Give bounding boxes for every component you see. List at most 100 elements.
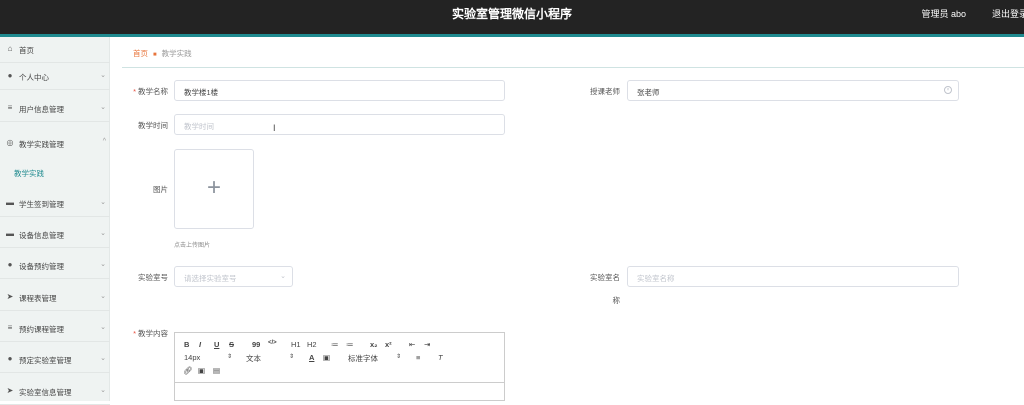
text-style-caret-icon: ⇕	[289, 354, 295, 360]
lab-number-select[interactable]: 请选择实验室号 ⌄	[174, 266, 293, 287]
sidebar-item-teaching[interactable]: ◎ 教学实践管理 ^	[0, 131, 110, 157]
lab-name-label: 实验室名	[590, 273, 620, 282]
code-button[interactable]: </>	[268, 340, 277, 346]
send-icon: ➤	[6, 386, 14, 395]
sidebar-item-label: 用户信息管理	[19, 105, 64, 114]
teaching-time-input[interactable]: 教学时间	[174, 114, 505, 135]
lab-name-input[interactable]: 实验室名称	[627, 266, 959, 287]
app-title: 实验室管理微信小程序	[451, 7, 572, 21]
image-icon[interactable]: ▣	[198, 366, 205, 375]
sidebar-subitem-label: 教学实践	[14, 169, 44, 178]
plus-icon: +	[206, 174, 221, 201]
outdent-button[interactable]: ⇤	[409, 340, 415, 349]
lab-number-placeholder: 请选择实验室号	[184, 274, 237, 283]
ordered-list-button[interactable]: ≔	[331, 340, 339, 349]
header-accent-bar	[0, 34, 1024, 37]
list-icon: ≡	[7, 323, 13, 332]
required-marker: *	[133, 329, 136, 338]
h2-button[interactable]: H2	[307, 340, 317, 349]
sidebar-item-checkin[interactable]: ▬ 学生签到管理 ⌄	[0, 191, 110, 217]
sidebar-item-schedule[interactable]: ➤ 课程表管理 ⌄	[0, 285, 110, 311]
sidebar-item-equipment-booking[interactable]: ● 设备预约管理 ⌄	[0, 253, 110, 279]
teaching-name-value: 教学楼1楼	[184, 88, 219, 97]
subscript-button[interactable]: x₂	[370, 340, 378, 349]
sidebar-item-label: 学生签到管理	[19, 200, 64, 209]
user-icon: ●	[7, 71, 13, 80]
teacher-label: 授课老师	[590, 87, 620, 96]
chevron-down-icon: ⌄	[100, 199, 106, 206]
upload-tip: 点击上传图片	[174, 243, 211, 249]
font-color-icon[interactable]: A	[309, 353, 314, 362]
text-style-select[interactable]: 文本	[246, 353, 261, 364]
bold-button[interactable]: B	[184, 340, 189, 349]
sidebar-item-lab-reservation[interactable]: ● 预定实验室管理 ⌄	[0, 347, 110, 373]
chevron-down-icon: ⌄	[100, 387, 106, 394]
superscript-button[interactable]: x²	[385, 340, 392, 349]
font-family-select[interactable]: 标准字体	[348, 353, 378, 364]
user-icon: ●	[7, 354, 13, 363]
lab-number-label: 实验室号	[138, 273, 168, 282]
sidebar-item-equipment[interactable]: ▬ 设备信息管理 ⌄	[0, 222, 110, 248]
indent-button[interactable]: ⇥	[424, 340, 430, 349]
top-bar: 实验室管理微信小程序 管理员 abo 退出登录	[0, 0, 1024, 34]
required-marker: *	[133, 87, 136, 96]
list-icon: ≡	[7, 103, 13, 112]
sidebar-item-home[interactable]: ⌂ 首页	[0, 37, 110, 63]
strike-button[interactable]: S	[229, 340, 234, 349]
chevron-down-icon: ⌄	[100, 261, 106, 268]
sidebar-item-lab-info[interactable]: ➤ 实验室信息管理 ⌄	[0, 379, 110, 405]
clear-icon[interactable]: ×	[944, 86, 952, 94]
text-cursor-icon: I	[273, 123, 276, 133]
chevron-down-icon: ⌄	[280, 273, 286, 280]
background-color-icon[interactable]: ▣	[323, 353, 330, 362]
user-icon: ●	[7, 260, 13, 269]
quote-button[interactable]: 99	[252, 340, 260, 349]
chevron-down-icon: ⌄	[100, 230, 106, 237]
circle-icon: ◎	[6, 138, 14, 147]
card-icon: ▬	[6, 229, 14, 238]
breadcrumb-home[interactable]: 首页	[133, 49, 148, 58]
content-label: * 教学内容	[133, 329, 168, 338]
sidebar-item-profile[interactable]: ● 个人中心 ⌄	[0, 64, 110, 90]
teaching-time-placeholder: 教学时间	[184, 122, 214, 131]
lab-name-placeholder: 实验室名称	[637, 274, 675, 283]
logout-link[interactable]: 退出登录	[992, 7, 1024, 20]
sidebar-item-users[interactable]: ≡ 用户信息管理 ⌄	[0, 96, 110, 122]
editor-toolbar: B I U S 99 </> H1 H2 ≔ ≔ x₂ x² ⇤ ⇥ 14px …	[175, 333, 504, 383]
breadcrumb-divider	[122, 67, 1024, 68]
rich-text-editor[interactable]: B I U S 99 </> H1 H2 ≔ ≔ x₂ x² ⇤ ⇥ 14px …	[174, 332, 505, 401]
teaching-name-label: * 教学名称	[133, 87, 168, 96]
video-icon[interactable]: ▤	[213, 366, 220, 375]
sidebar-item-label: 教学实践管理	[19, 140, 64, 149]
teacher-input[interactable]: 张老师 ×	[627, 80, 959, 101]
sidebar-item-label: 设备预约管理	[19, 262, 64, 271]
admin-label: 管理员 abo	[921, 9, 966, 19]
lab-name-label-wrap: 称	[612, 296, 621, 305]
teaching-name-input[interactable]: 教学楼1楼	[174, 80, 505, 101]
image-upload[interactable]: +	[174, 149, 254, 229]
sidebar-item-label: 设备信息管理	[19, 231, 64, 240]
breadcrumb-current: 教学实践	[161, 49, 192, 58]
sidebar: ⌂ 首页 ● 个人中心 ⌄ ≡ 用户信息管理 ⌄ ◎ 教学实践管理 ^ 教学实践…	[0, 37, 110, 405]
card-icon: ▬	[6, 198, 14, 207]
teaching-time-label: 教学时间	[138, 121, 168, 130]
bullet-list-button[interactable]: ≔	[346, 340, 354, 349]
send-icon: ➤	[6, 292, 14, 301]
underline-button[interactable]: U	[214, 340, 219, 349]
h1-button[interactable]: H1	[291, 340, 301, 349]
italic-button[interactable]: I	[199, 340, 201, 349]
align-icon[interactable]: ≡	[416, 353, 420, 362]
clear-format-icon[interactable]: T	[438, 353, 443, 362]
font-size-select[interactable]: 14px	[184, 353, 200, 362]
font-size-caret-icon: ⇕	[227, 354, 233, 360]
chevron-down-icon: ⌄	[100, 293, 106, 300]
image-label: 图片	[153, 185, 168, 194]
sidebar-item-course-booking[interactable]: ≡ 预约课程管理 ⌄	[0, 316, 110, 342]
sidebar-subitem-teaching-practice[interactable]: 教学实践	[0, 160, 110, 186]
sidebar-item-label: 课程表管理	[19, 294, 57, 303]
chevron-down-icon: ⌄	[100, 324, 106, 331]
sidebar-item-label: 首页	[19, 46, 34, 55]
link-icon[interactable]: 🔗︎	[183, 366, 193, 375]
chevron-down-icon: ⌄	[100, 72, 106, 79]
chevron-down-icon: ⌄	[100, 104, 106, 111]
